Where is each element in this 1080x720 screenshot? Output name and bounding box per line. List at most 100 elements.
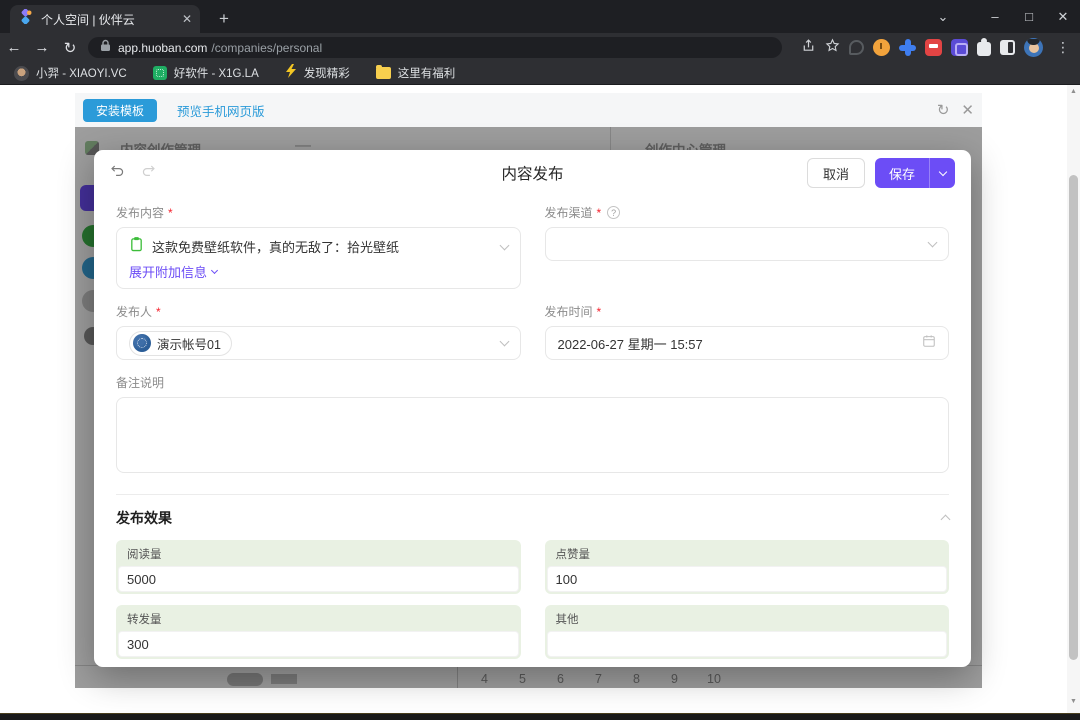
preview-mobile-link[interactable]: 预览手机网页版 bbox=[177, 101, 265, 120]
calendar-icon bbox=[922, 334, 936, 353]
extension-icon-1[interactable] bbox=[849, 40, 864, 55]
bookmark-star-icon[interactable] bbox=[825, 38, 840, 58]
toolbar-right-icons: ⋮ bbox=[801, 33, 1074, 62]
effect-field-reads: 阅读量 bbox=[116, 540, 521, 594]
bookmark-avatar-icon bbox=[14, 66, 29, 81]
extension-red-icon[interactable] bbox=[925, 39, 942, 56]
url-domain: app.huoban.com bbox=[118, 41, 207, 55]
effect-label: 其他 bbox=[547, 610, 948, 631]
browser-tab-strip: 个人空间 | 伙伴云 ✕ + ⌄ – □ ✕ bbox=[0, 0, 1080, 33]
window-minimize-button[interactable]: – bbox=[978, 0, 1012, 33]
url-path: /companies/personal bbox=[211, 41, 322, 55]
field-label: 发布时间 bbox=[545, 303, 593, 320]
tab-title: 个人空间 | 伙伴云 bbox=[41, 11, 174, 28]
bookmark-item[interactable]: 发现精彩 bbox=[285, 64, 350, 83]
field-publish-time: 发布时间 * bbox=[545, 303, 950, 360]
scrollbar-thumb[interactable] bbox=[1069, 175, 1078, 660]
effect-field-likes: 点赞量 bbox=[545, 540, 950, 594]
required-mark: * bbox=[156, 305, 161, 319]
page-content: 安装模板 预览手机网页版 ↻ ✕ 内容创作管理 — 创作中心管理 ⋯ 45678… bbox=[0, 85, 1080, 713]
tab-search-chevron-icon[interactable]: ⌄ bbox=[926, 0, 960, 33]
chevron-down-icon bbox=[499, 240, 509, 250]
bookmark-label: 发现精彩 bbox=[304, 65, 350, 81]
profile-avatar[interactable] bbox=[1024, 38, 1043, 57]
section-title: 发布效果 bbox=[116, 508, 172, 528]
effect-label: 点赞量 bbox=[547, 545, 948, 566]
bookmark-lightning-icon bbox=[285, 64, 297, 83]
field-label: 发布内容 bbox=[116, 204, 164, 221]
chevron-down-icon bbox=[938, 167, 946, 175]
field-publish-content: 发布内容 * 这款免费壁纸软件，真的无敌了：拾光壁纸 展开附加信息 bbox=[116, 204, 521, 289]
publish-channel-select[interactable] bbox=[545, 227, 950, 261]
page-scrollbar[interactable]: ▲ ▼ bbox=[1067, 85, 1080, 713]
field-publish-channel: 发布渠道 *? bbox=[545, 204, 950, 261]
bookmark-item[interactable]: 这里有福利 bbox=[376, 65, 456, 81]
effect-label: 转发量 bbox=[118, 610, 519, 631]
likes-input[interactable] bbox=[556, 572, 939, 587]
required-mark: * bbox=[597, 206, 602, 220]
share-icon[interactable] bbox=[801, 38, 816, 58]
install-template-button[interactable]: 安装模板 bbox=[83, 99, 157, 122]
bookmark-label: 好软件 - X1G.LA bbox=[174, 65, 259, 81]
sidebar-panel-icon[interactable] bbox=[1000, 40, 1015, 55]
bookmarks-bar: 小羿 - XIAOYI.VC 好软件 - X1G.LA 发现精彩 这里有福利 bbox=[0, 62, 1080, 85]
shares-input[interactable] bbox=[127, 637, 510, 652]
lock-icon bbox=[100, 39, 111, 57]
publisher-select[interactable]: 演示帐号01 bbox=[116, 326, 521, 360]
browser-tab[interactable]: 个人空间 | 伙伴云 ✕ bbox=[10, 5, 200, 33]
bookmark-item[interactable]: 小羿 - XIAOYI.VC bbox=[14, 65, 127, 81]
expand-label: 展开附加信息 bbox=[129, 262, 207, 281]
publisher-tag[interactable]: 演示帐号01 bbox=[129, 331, 232, 356]
extensions-puzzle-icon[interactable] bbox=[977, 42, 991, 56]
collapse-section-icon[interactable] bbox=[941, 515, 951, 525]
browser-menu-icon[interactable]: ⋮ bbox=[1052, 39, 1074, 56]
bookmark-folder-icon bbox=[376, 67, 391, 79]
back-icon[interactable]: ← bbox=[0, 39, 28, 56]
taskbar-edge bbox=[0, 713, 1080, 720]
panel-close-icon[interactable]: ✕ bbox=[961, 101, 974, 119]
note-textarea[interactable] bbox=[116, 397, 949, 473]
publisher-name: 演示帐号01 bbox=[157, 334, 221, 353]
other-input[interactable] bbox=[556, 637, 939, 652]
content-publish-dialog: 内容发布 取消 保存 发布内容 * bbox=[94, 150, 971, 667]
dialog-header: 内容发布 取消 保存 bbox=[94, 150, 971, 196]
clipboard-icon bbox=[129, 236, 144, 257]
extension-clock-icon[interactable] bbox=[873, 39, 890, 56]
chevron-down-icon bbox=[499, 337, 509, 347]
window-maximize-button[interactable]: □ bbox=[1012, 0, 1046, 33]
field-note: 备注说明 bbox=[116, 374, 949, 478]
effect-label: 阅读量 bbox=[118, 545, 519, 566]
forward-icon[interactable]: → bbox=[28, 39, 56, 56]
extension-plus-icon[interactable] bbox=[899, 39, 916, 56]
bookmark-item[interactable]: 好软件 - X1G.LA bbox=[153, 65, 259, 81]
save-options-button[interactable] bbox=[929, 158, 955, 188]
window-controls: – □ ✕ bbox=[978, 0, 1080, 33]
publish-time-input[interactable] bbox=[558, 336, 923, 351]
publish-content-value: 这款免费壁纸软件，真的无敌了：拾光壁纸 bbox=[152, 237, 493, 256]
site-favicon bbox=[18, 9, 33, 29]
scroll-down-icon[interactable]: ▼ bbox=[1067, 698, 1080, 705]
reload-icon[interactable]: ↻ bbox=[56, 39, 84, 57]
bookmark-label: 小羿 - XIAOYI.VC bbox=[36, 65, 127, 81]
scroll-up-icon[interactable]: ▲ bbox=[1067, 88, 1080, 95]
expand-extra-info-link[interactable]: 展开附加信息 bbox=[129, 262, 508, 281]
required-mark: * bbox=[168, 206, 173, 220]
reads-input[interactable] bbox=[127, 572, 510, 587]
new-tab-button[interactable]: + bbox=[212, 7, 236, 31]
cancel-button[interactable]: 取消 bbox=[807, 158, 865, 188]
effect-field-other: 其他 bbox=[545, 605, 950, 659]
field-label: 发布人 bbox=[116, 303, 152, 320]
field-label: 发布渠道 bbox=[545, 204, 593, 221]
tab-close-icon[interactable]: ✕ bbox=[182, 12, 192, 26]
required-mark: * bbox=[597, 305, 602, 319]
publish-effect-section: 发布效果 阅读量 点赞量 转发量 bbox=[116, 494, 949, 659]
publish-content-select[interactable]: 这款免费壁纸软件，真的无敌了：拾光壁纸 展开附加信息 bbox=[116, 227, 521, 289]
extension-purple-icon[interactable] bbox=[951, 39, 968, 56]
panel-refresh-icon[interactable]: ↻ bbox=[937, 101, 950, 119]
save-button[interactable]: 保存 bbox=[875, 158, 929, 188]
publish-time-field[interactable] bbox=[545, 326, 950, 360]
save-button-group: 保存 bbox=[875, 158, 955, 188]
help-icon[interactable]: ? bbox=[607, 206, 620, 219]
address-bar[interactable]: app.huoban.com/companies/personal bbox=[88, 37, 782, 58]
window-close-button[interactable]: ✕ bbox=[1046, 0, 1080, 33]
